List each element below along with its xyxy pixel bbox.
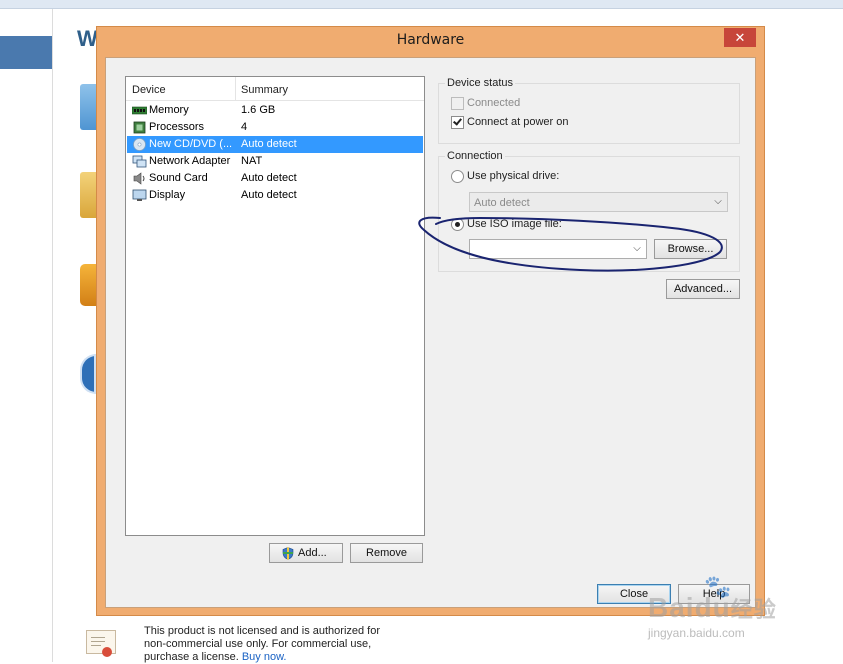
license-line-2: non-commercial use only. For commercial … — [144, 638, 372, 650]
close-icon[interactable]: ✕ — [724, 28, 756, 47]
device-summary: Auto detect — [241, 138, 297, 150]
shield-icon — [282, 547, 294, 560]
device-row-network-adapter[interactable]: Network Adapter NAT — [127, 153, 423, 170]
dialog-title: Hardware — [396, 32, 465, 48]
cd-dvd-icon — [133, 138, 146, 151]
device-name: Network Adapter — [149, 155, 231, 167]
checkmark-icon — [453, 116, 462, 126]
background-help-icon[interactable] — [80, 354, 96, 394]
connected-checkbox[interactable] — [451, 97, 464, 110]
device-row-processors[interactable]: Processors 4 — [127, 119, 423, 136]
device-name: Memory — [149, 104, 189, 116]
device-row-memory[interactable]: Memory 1.6 GB — [127, 102, 423, 119]
network-adapter-icon — [132, 155, 147, 168]
sound-card-icon — [133, 172, 145, 185]
annotation-ellipse — [418, 216, 723, 272]
device-row-cd-dvd[interactable]: New CD/DVD (... Auto detect — [127, 136, 423, 153]
use-physical-drive-radio[interactable] — [451, 170, 464, 183]
device-name: New CD/DVD (... — [149, 138, 233, 150]
watermark-brand: Baidu经验 — [648, 592, 777, 624]
device-summary: 4 — [241, 121, 248, 133]
license-line-1: This product is not licensed and is auth… — [144, 625, 381, 637]
device-name: Sound Card — [149, 172, 208, 184]
connect-at-power-on-checkbox[interactable] — [451, 116, 464, 129]
device-summary: Auto detect — [241, 189, 297, 201]
device-row-display[interactable]: Display Auto detect — [127, 187, 423, 204]
watermark-url: jingyan.baidu.com — [648, 626, 745, 640]
device-summary: 1.6 GB — [241, 104, 276, 116]
background-heading: W — [77, 26, 98, 51]
watermark-brand-en: Baidu — [648, 592, 731, 623]
license-certificate-icon — [86, 630, 116, 657]
baidu-watermark: 🐾 Baidu经验 jingyan.baidu.com — [644, 574, 804, 644]
column-header-summary[interactable]: Summary — [236, 77, 426, 101]
device-list-header: Device Summary — [126, 77, 424, 101]
background-top-bar — [0, 0, 843, 9]
memory-icon — [132, 106, 147, 115]
device-name: Processors — [149, 121, 205, 133]
connection-title: Connection — [445, 150, 505, 162]
device-list[interactable]: Device Summary Memory 1.6 GB Processors — [125, 76, 425, 536]
device-summary: Auto detect — [241, 172, 297, 184]
dialog-client-area: Device Summary Memory 1.6 GB Processors — [105, 57, 756, 608]
connect-at-power-on-label: Connect at power on — [467, 116, 569, 128]
background-sidebar-selected-item[interactable] — [0, 36, 52, 69]
display-icon — [132, 189, 147, 201]
device-row-sound-card[interactable]: Sound Card Auto detect — [127, 170, 423, 187]
device-summary: NAT — [241, 155, 263, 167]
background-sidebar — [0, 9, 53, 662]
hardware-dialog: Hardware ✕ Device Summary Memory 1.6 GB — [96, 26, 765, 616]
remove-button[interactable]: Remove — [350, 543, 423, 563]
buy-now-link[interactable]: Buy now. — [242, 651, 287, 663]
add-button-label: Add... — [298, 547, 327, 559]
add-button[interactable]: Add... — [269, 543, 343, 563]
license-line-3: purchase a license. Buy now. — [144, 651, 404, 664]
license-line-3-text: purchase a license. — [144, 651, 239, 663]
license-notice: This product is not licensed and is auth… — [144, 625, 404, 664]
device-status-group: Device status Connected Connect at power… — [438, 77, 740, 144]
connected-label: Connected — [467, 97, 521, 109]
processor-icon — [133, 121, 146, 134]
device-name: Display — [149, 189, 186, 201]
device-status-title: Device status — [445, 77, 516, 89]
watermark-brand-cn: 经验 — [730, 597, 777, 622]
use-physical-drive-label: Use physical drive: — [467, 170, 560, 182]
column-header-device[interactable]: Device — [126, 77, 236, 101]
